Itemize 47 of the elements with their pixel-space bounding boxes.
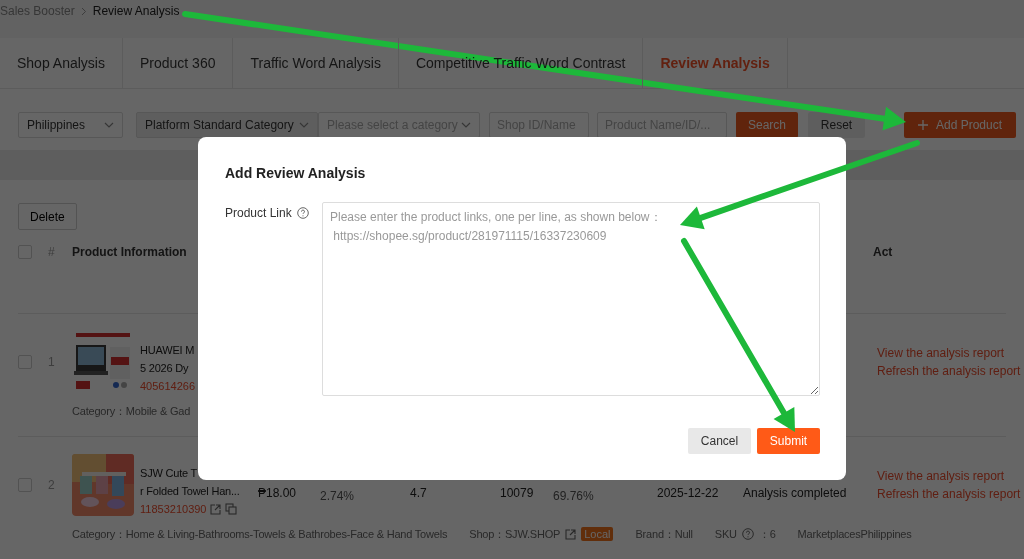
table-cell-text: 2.74% xyxy=(320,488,356,503)
table-cell-text: 4.7 xyxy=(410,485,428,500)
dropdown[interactable]: Philippines xyxy=(18,112,123,138)
delete-button[interactable]: Delete xyxy=(18,203,77,230)
product-id-link[interactable]: 405614266 xyxy=(140,378,196,394)
tab[interactable]: Review Analysis xyxy=(643,38,788,88)
table-cell-text: 10079 xyxy=(500,485,535,500)
action-link[interactable]: Refresh the analysis report xyxy=(877,363,1021,379)
sku-label: SKU xyxy=(714,528,737,540)
help-icon xyxy=(296,207,309,219)
chevron-down-icon xyxy=(299,122,309,128)
marketplace-text: MarketplacesPhilippines xyxy=(797,528,912,540)
chevron-down-icon xyxy=(461,122,471,128)
tab[interactable]: Product 360 xyxy=(122,38,234,88)
field-label: Product Link xyxy=(225,206,292,220)
help-icon xyxy=(741,528,754,540)
action-link[interactable]: Refresh the analysis report xyxy=(877,486,1021,502)
tab[interactable]: Traffic Word Analysis xyxy=(233,38,399,88)
column-header: # xyxy=(48,245,56,259)
table-cell-text: ₱18.00 xyxy=(258,485,298,500)
search-button[interactable]: Search xyxy=(736,112,798,138)
category-text: Category：Mobile & Gad xyxy=(72,403,191,419)
product-id-link[interactable]: 11853210390 xyxy=(140,501,207,517)
plus-icon xyxy=(917,120,928,130)
action-link[interactable]: View the analysis report xyxy=(877,468,1021,484)
dropdown[interactable]: Platform Standard Category xyxy=(136,112,318,138)
copy-icon xyxy=(225,503,238,515)
table-cell-text: Analysis completed xyxy=(743,485,848,500)
brand-text: Brand：Null xyxy=(635,526,693,542)
chevron-down-icon xyxy=(104,122,114,128)
category-text: Category：Home & Living-Bathrooms-Towels & Bathrobes-Face & Hand Towels xyxy=(72,526,448,542)
table-cell-text: 69.76% xyxy=(553,488,595,503)
shop-text: Shop：SJW.SHOP xyxy=(469,526,561,542)
action-link[interactable]: View the analysis report xyxy=(877,345,1021,361)
external-link-icon xyxy=(565,528,577,540)
column-header: Product Information xyxy=(72,245,188,259)
table-cell-text: 2025-12-22 xyxy=(657,485,720,500)
column-header: Act xyxy=(873,245,893,259)
submit-button[interactable]: Submit xyxy=(757,428,820,454)
product-link-field[interactable]: Please enter the product links, one per line, as shown below： https://shopee.sg/product/281971115/16337230609 xyxy=(322,202,820,396)
local-badge: Local xyxy=(581,527,614,541)
chevron-right-icon xyxy=(80,7,87,16)
product-title[interactable]: r Folded Towel Han... xyxy=(140,483,258,499)
cancel-button[interactable]: Cancel xyxy=(688,428,751,454)
dialog-title: Add Review Analysis xyxy=(225,164,367,182)
add-product-button[interactable]: Add Product xyxy=(904,112,1016,138)
tab[interactable]: Shop Analysis xyxy=(0,38,123,88)
